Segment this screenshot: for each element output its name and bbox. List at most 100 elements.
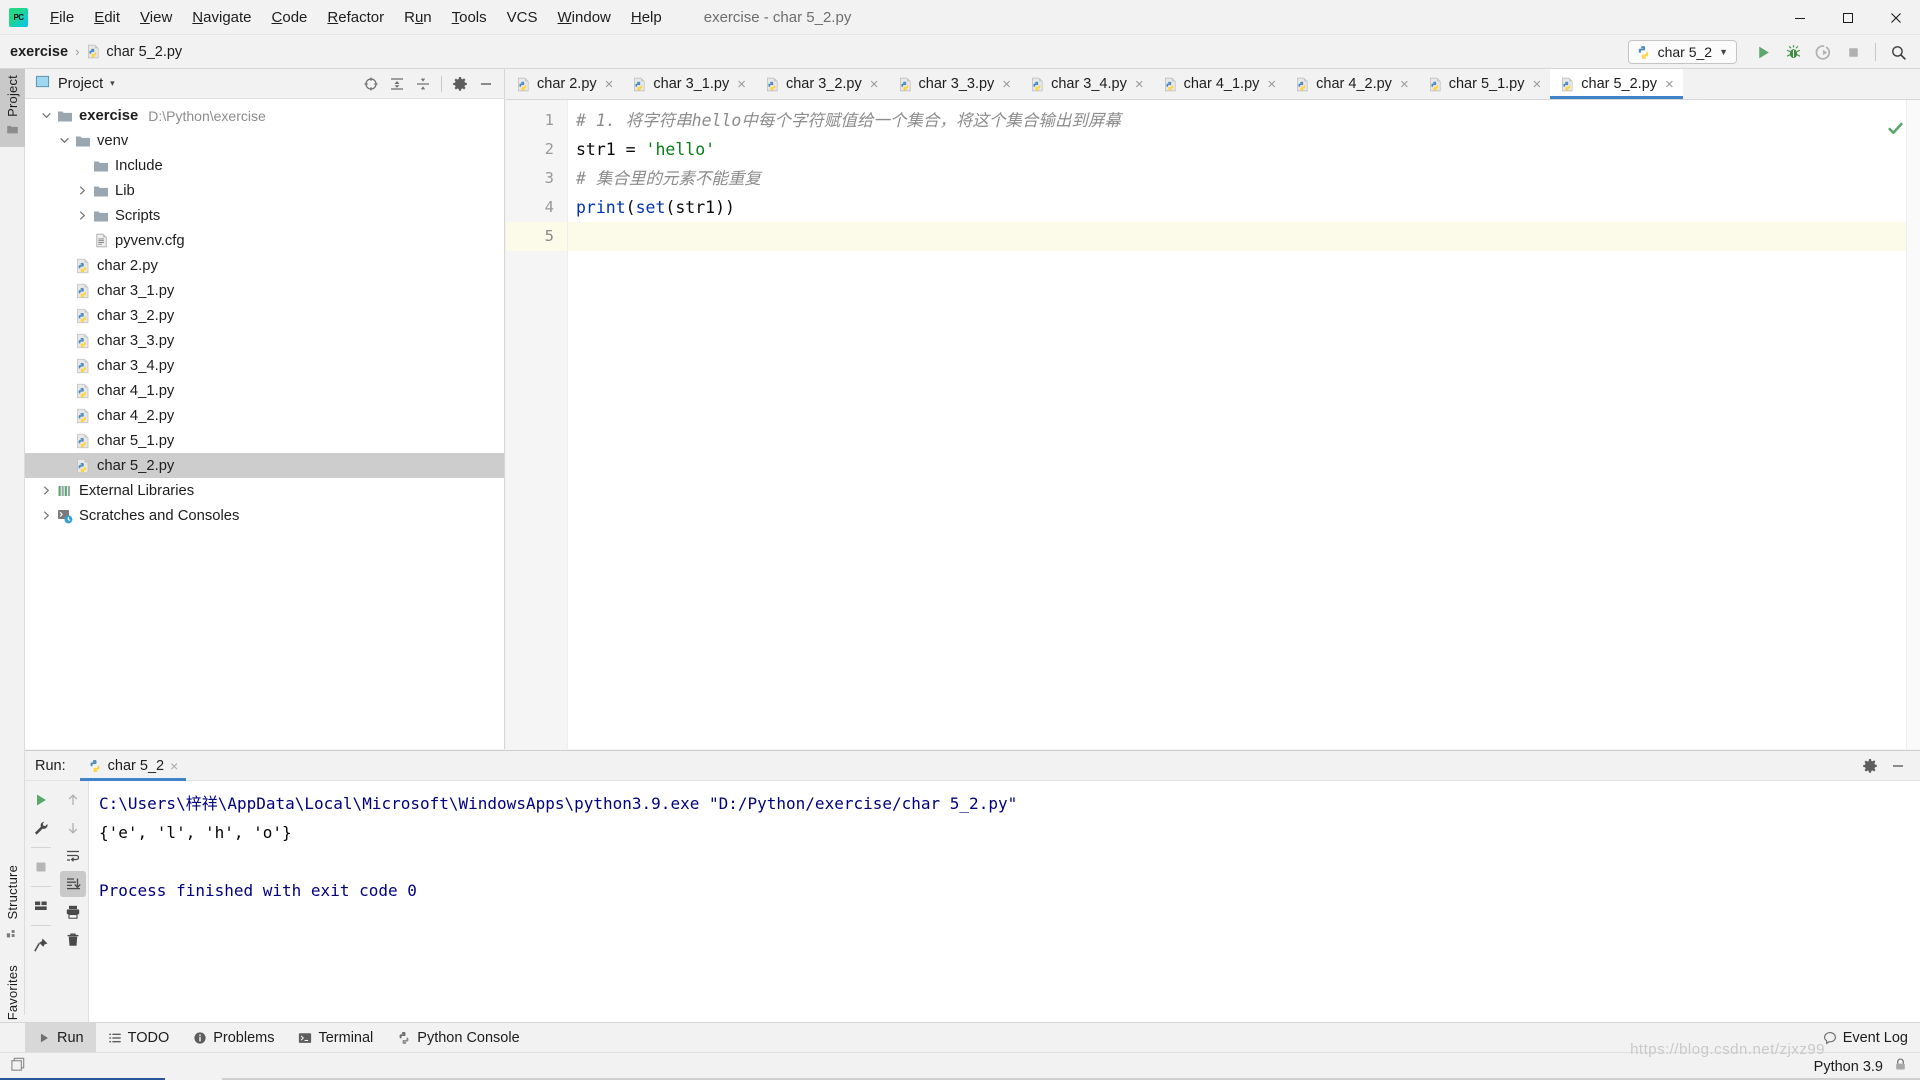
tree-item[interactable]: char 3_3.py xyxy=(25,328,504,353)
tree-item[interactable]: Lib xyxy=(25,178,504,203)
chevron-right-icon[interactable] xyxy=(77,185,88,196)
tree-toggle-arrow[interactable] xyxy=(37,110,55,121)
minimize-button[interactable] xyxy=(1776,0,1824,35)
code-line[interactable]: print(set(str1)) xyxy=(568,193,1920,222)
ok-checkmark-icon[interactable] xyxy=(1887,120,1904,142)
tree-item[interactable]: venv xyxy=(25,128,504,153)
tree-item[interactable]: exercise D:\Python\exercise xyxy=(25,103,504,128)
search-everywhere-button[interactable] xyxy=(1884,38,1912,66)
chevron-right-icon[interactable] xyxy=(41,510,52,521)
project-settings-button[interactable] xyxy=(448,72,472,96)
menu-item-edit[interactable]: Edit xyxy=(84,6,130,29)
breadcrumb-item-0[interactable]: exercise xyxy=(10,44,68,60)
soft-wrap-button[interactable] xyxy=(60,843,86,869)
menu-item-help[interactable]: Help xyxy=(621,6,672,29)
project-tree[interactable]: exercise D:\Python\exercise venv Include Lib… xyxy=(25,99,504,749)
tree-toggle-arrow[interactable] xyxy=(73,185,91,196)
sidebar-item-project[interactable]: Project xyxy=(0,69,25,147)
code-content[interactable]: # 1. 将字符串hello中每个字符赋值给一个集合，将这个集合输出到屏幕 str… xyxy=(568,100,1920,749)
tree-item[interactable]: Include xyxy=(25,153,504,178)
menu-item-navigate[interactable]: Navigate xyxy=(182,6,261,29)
tree-item[interactable]: char 3_1.py xyxy=(25,278,504,303)
pin-tab-button[interactable] xyxy=(28,932,54,958)
chevron-down-icon[interactable] xyxy=(59,135,70,146)
stop-button[interactable] xyxy=(1839,38,1867,66)
run-tab[interactable]: char 5_2 × xyxy=(79,751,187,781)
tree-toggle-arrow[interactable] xyxy=(55,135,73,146)
event-log-button[interactable]: Event Log xyxy=(1811,1023,1920,1053)
close-icon[interactable]: × xyxy=(1000,77,1011,92)
menu-item-code[interactable]: Code xyxy=(262,6,318,29)
close-icon[interactable]: × xyxy=(1133,77,1144,92)
editor-tab[interactable]: char 3_4.py × xyxy=(1020,69,1153,99)
editor-tab-active[interactable]: char 5_2.py × xyxy=(1550,69,1683,99)
tree-item[interactable]: char 5_2.py xyxy=(25,453,504,478)
run-coverage-button[interactable] xyxy=(1809,38,1837,66)
tree-toggle-arrow[interactable] xyxy=(37,510,55,521)
close-icon[interactable]: × xyxy=(868,77,879,92)
tree-item[interactable]: External Libraries xyxy=(25,478,504,503)
tree-item[interactable]: Scripts xyxy=(25,203,504,228)
close-icon[interactable]: × xyxy=(1663,77,1674,92)
chevron-down-icon[interactable] xyxy=(41,110,52,121)
editor-tab[interactable]: char 5_1.py × xyxy=(1418,69,1551,99)
breadcrumb-item-1[interactable]: char 5_2.py xyxy=(86,44,182,60)
menu-item-run[interactable]: Run xyxy=(394,6,442,29)
lock-icon[interactable] xyxy=(1893,1057,1908,1076)
menu-item-view[interactable]: View xyxy=(130,6,182,29)
scroll-to-end-button[interactable] xyxy=(59,871,86,897)
menu-item-window[interactable]: Window xyxy=(548,6,621,29)
status-item-python-console[interactable]: Python Console xyxy=(385,1023,531,1053)
collapse-all-button[interactable] xyxy=(411,72,435,96)
close-icon[interactable]: × xyxy=(1530,77,1541,92)
menu-item-refactor[interactable]: Refactor xyxy=(317,6,394,29)
close-icon[interactable]: × xyxy=(1265,77,1276,92)
tree-toggle-arrow[interactable] xyxy=(37,485,55,496)
up-stacktrace-button[interactable] xyxy=(60,787,86,813)
edit-configurations-button[interactable] xyxy=(28,815,54,841)
expand-all-button[interactable] xyxy=(385,72,409,96)
interpreter-label[interactable]: Python 3.9 xyxy=(1814,1059,1883,1075)
close-icon[interactable]: × xyxy=(603,77,614,92)
layout-button[interactable] xyxy=(28,893,54,919)
tree-item[interactable]: Scratches and Consoles xyxy=(25,503,504,528)
close-button[interactable] xyxy=(1872,0,1920,35)
close-icon[interactable]: × xyxy=(1398,77,1409,92)
tree-item[interactable]: char 3_4.py xyxy=(25,353,504,378)
run-panel-hide-button[interactable] xyxy=(1886,754,1910,778)
menu-item-file[interactable]: File xyxy=(40,6,84,29)
code-editor[interactable]: 1 2 3 4 5 # 1. 将字符串hello中每个字符赋值给一个集合，将这个集合输出… xyxy=(506,100,1920,749)
code-line[interactable]: str1 = 'hello' xyxy=(568,135,1920,164)
status-item-todo[interactable]: TODO xyxy=(96,1023,182,1053)
select-opened-file-button[interactable] xyxy=(359,72,383,96)
rerun-button[interactable] xyxy=(28,787,54,813)
stop-button[interactable] xyxy=(28,854,54,880)
debug-button[interactable] xyxy=(1779,38,1807,66)
run-console-output[interactable]: C:\Users\梓祥\AppData\Local\Microsoft\Wind… xyxy=(89,781,1920,1035)
status-item-run[interactable]: Run xyxy=(25,1022,96,1053)
chevron-right-icon[interactable] xyxy=(41,485,52,496)
run-panel-settings-button[interactable] xyxy=(1858,754,1882,778)
code-line[interactable] xyxy=(568,222,1920,251)
down-stacktrace-button[interactable] xyxy=(60,815,86,841)
close-icon[interactable]: × xyxy=(170,758,178,774)
menu-item-vcs[interactable]: VCS xyxy=(497,6,548,29)
maximize-button[interactable] xyxy=(1824,0,1872,35)
editor-tab[interactable]: char 4_1.py × xyxy=(1153,69,1286,99)
editor-tab[interactable]: char 3_1.py × xyxy=(622,69,755,99)
run-button[interactable] xyxy=(1749,38,1777,66)
print-button[interactable] xyxy=(60,899,86,925)
editor-marker-strip[interactable] xyxy=(1906,100,1920,749)
editor-tab[interactable]: char 2.py × xyxy=(506,69,622,99)
tree-item[interactable]: pyvenv.cfg xyxy=(25,228,504,253)
code-line[interactable]: # 1. 将字符串hello中每个字符赋值给一个集合，将这个集合输出到屏幕 xyxy=(568,106,1920,135)
editor-tab[interactable]: char 3_3.py × xyxy=(888,69,1021,99)
windows-layout-icon[interactable] xyxy=(10,1056,27,1078)
editor-tab[interactable]: char 4_2.py × xyxy=(1285,69,1418,99)
tree-item[interactable]: char 4_1.py xyxy=(25,378,504,403)
tree-item[interactable]: char 5_1.py xyxy=(25,428,504,453)
menu-item-tools[interactable]: Tools xyxy=(442,6,497,29)
tree-toggle-arrow[interactable] xyxy=(73,210,91,221)
clear-all-button[interactable] xyxy=(60,927,86,953)
close-icon[interactable]: × xyxy=(735,77,746,92)
